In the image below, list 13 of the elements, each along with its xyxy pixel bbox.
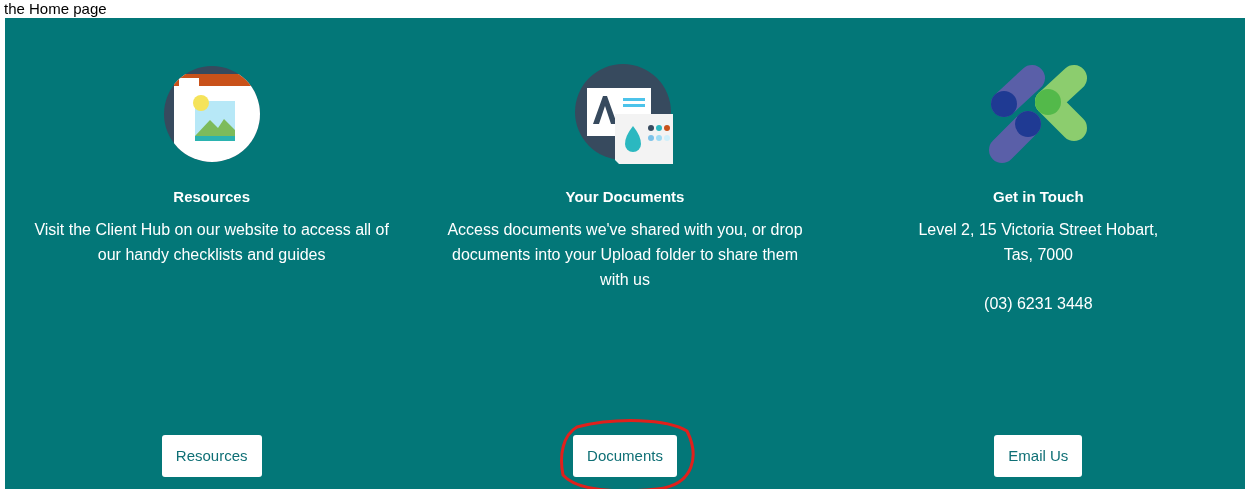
column-title: Get in Touch bbox=[993, 187, 1084, 207]
documents-icon bbox=[575, 64, 675, 164]
caption-text: the Home page bbox=[4, 0, 107, 17]
column-text: Level 2, 15 Victoria Street Hobart, Tas, 7000 bbox=[918, 219, 1159, 265]
column-text: (03) 6231 3448 bbox=[984, 293, 1093, 314]
column-title: Your Documents bbox=[565, 187, 685, 207]
action-button[interactable]: Resources bbox=[161, 434, 262, 477]
column-text: Access documents we've shared with you, or drop documents into your Upload folder to share them with us bbox=[446, 219, 804, 290]
column-text: Visit the Client Hub on our website to access all of our handy checklists and guides bbox=[33, 219, 390, 265]
action-button[interactable]: Email Us bbox=[994, 434, 1083, 477]
picture-frame-icon bbox=[161, 64, 262, 164]
action-button[interactable]: Documents bbox=[573, 434, 677, 477]
column-title: Resources bbox=[173, 187, 250, 207]
